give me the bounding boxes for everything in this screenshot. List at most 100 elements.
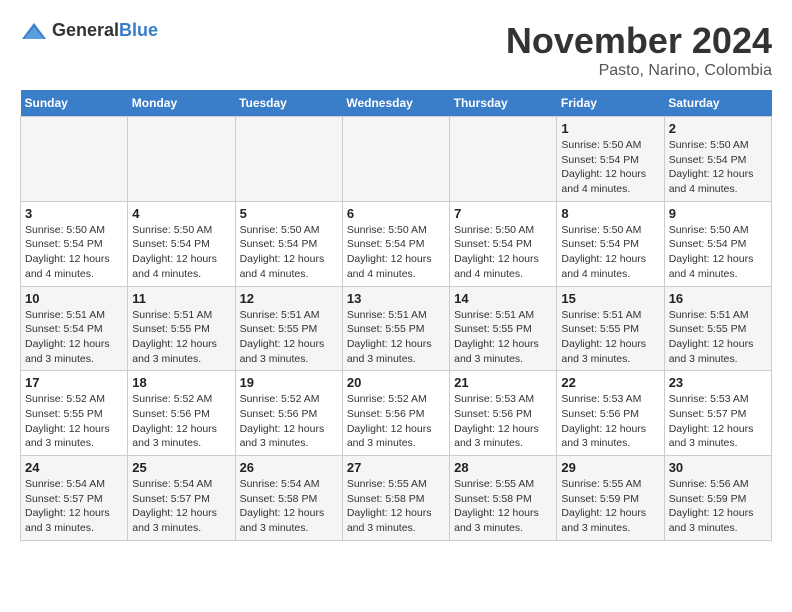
day-number: 20 [347, 375, 445, 390]
day-info: Sunrise: 5:51 AM Sunset: 5:55 PM Dayligh… [561, 308, 659, 367]
calendar-cell: 3 Sunrise: 5:50 AM Sunset: 5:54 PM Daylig… [21, 201, 128, 286]
day-number: 28 [454, 460, 552, 475]
day-number: 6 [347, 206, 445, 221]
logo: GeneralBlue [20, 20, 158, 41]
day-number: 7 [454, 206, 552, 221]
day-info: Sunrise: 5:53 AM Sunset: 5:57 PM Dayligh… [669, 392, 767, 451]
day-number: 17 [25, 375, 123, 390]
logo-text: GeneralBlue [52, 20, 158, 41]
page-header: GeneralBlue November 2024 Pasto, Narino,… [20, 20, 772, 80]
calendar-cell [342, 117, 449, 202]
weekday-header: Friday [557, 90, 664, 117]
day-info: Sunrise: 5:50 AM Sunset: 5:54 PM Dayligh… [669, 223, 767, 282]
calendar-cell: 22Sunrise: 5:53 AM Sunset: 5:56 PM Dayli… [557, 371, 664, 456]
location-title: Pasto, Narino, Colombia [506, 62, 772, 80]
day-info: Sunrise: 5:51 AM Sunset: 5:54 PM Dayligh… [25, 308, 123, 367]
day-info: Sunrise: 5:50 AM Sunset: 5:54 PM Dayligh… [347, 223, 445, 282]
calendar-week-row: 1 Sunrise: 5:50 AM Sunset: 5:54 PM Daylig… [21, 117, 772, 202]
calendar-cell: 2 Sunrise: 5:50 AM Sunset: 5:54 PM Daylig… [664, 117, 771, 202]
day-number: 18 [132, 375, 230, 390]
calendar-cell: 28Sunrise: 5:55 AM Sunset: 5:58 PM Dayli… [450, 456, 557, 541]
day-info: Sunrise: 5:50 AM Sunset: 5:54 PM Dayligh… [561, 223, 659, 282]
day-number: 19 [240, 375, 338, 390]
day-info: Sunrise: 5:53 AM Sunset: 5:56 PM Dayligh… [454, 392, 552, 451]
calendar-cell: 7 Sunrise: 5:50 AM Sunset: 5:54 PM Daylig… [450, 201, 557, 286]
calendar-cell [450, 117, 557, 202]
day-number: 16 [669, 291, 767, 306]
weekday-header: Wednesday [342, 90, 449, 117]
calendar-week-row: 3 Sunrise: 5:50 AM Sunset: 5:54 PM Daylig… [21, 201, 772, 286]
day-number: 24 [25, 460, 123, 475]
calendar-cell: 27 Sunrise: 5:55 AM Sunset: 5:58 PM Dayli… [342, 456, 449, 541]
day-info: Sunrise: 5:55 AM Sunset: 5:59 PM Dayligh… [561, 477, 659, 536]
calendar-cell: 14Sunrise: 5:51 AM Sunset: 5:55 PM Dayli… [450, 286, 557, 371]
day-number: 15 [561, 291, 659, 306]
day-number: 8 [561, 206, 659, 221]
day-number: 30 [669, 460, 767, 475]
calendar-cell: 8 Sunrise: 5:50 AM Sunset: 5:54 PM Daylig… [557, 201, 664, 286]
day-info: Sunrise: 5:50 AM Sunset: 5:54 PM Dayligh… [25, 223, 123, 282]
day-number: 14 [454, 291, 552, 306]
calendar-cell: 26Sunrise: 5:54 AM Sunset: 5:58 PM Dayli… [235, 456, 342, 541]
day-info: Sunrise: 5:53 AM Sunset: 5:56 PM Dayligh… [561, 392, 659, 451]
weekday-header: Sunday [21, 90, 128, 117]
day-info: Sunrise: 5:50 AM Sunset: 5:54 PM Dayligh… [454, 223, 552, 282]
day-info: Sunrise: 5:52 AM Sunset: 5:55 PM Dayligh… [25, 392, 123, 451]
calendar-cell: 15 Sunrise: 5:51 AM Sunset: 5:55 PM Dayli… [557, 286, 664, 371]
day-number: 23 [669, 375, 767, 390]
day-info: Sunrise: 5:50 AM Sunset: 5:54 PM Dayligh… [561, 138, 659, 197]
day-info: Sunrise: 5:55 AM Sunset: 5:58 PM Dayligh… [347, 477, 445, 536]
day-number: 12 [240, 291, 338, 306]
calendar-cell: 1 Sunrise: 5:50 AM Sunset: 5:54 PM Daylig… [557, 117, 664, 202]
logo-icon [20, 21, 48, 41]
calendar-cell: 30Sunrise: 5:56 AM Sunset: 5:59 PM Dayli… [664, 456, 771, 541]
day-number: 29 [561, 460, 659, 475]
day-info: Sunrise: 5:51 AM Sunset: 5:55 PM Dayligh… [240, 308, 338, 367]
day-number: 25 [132, 460, 230, 475]
day-info: Sunrise: 5:52 AM Sunset: 5:56 PM Dayligh… [347, 392, 445, 451]
weekday-header: Tuesday [235, 90, 342, 117]
day-number: 21 [454, 375, 552, 390]
weekday-row: SundayMondayTuesdayWednesdayThursdayFrid… [21, 90, 772, 117]
calendar-cell: 6 Sunrise: 5:50 AM Sunset: 5:54 PM Daylig… [342, 201, 449, 286]
calendar-cell: 10 Sunrise: 5:51 AM Sunset: 5:54 PM Dayli… [21, 286, 128, 371]
calendar-cell [21, 117, 128, 202]
calendar-cell: 29 Sunrise: 5:55 AM Sunset: 5:59 PM Dayli… [557, 456, 664, 541]
calendar-week-row: 24 Sunrise: 5:54 AM Sunset: 5:57 PM Dayli… [21, 456, 772, 541]
day-number: 13 [347, 291, 445, 306]
calendar-body: 1 Sunrise: 5:50 AM Sunset: 5:54 PM Daylig… [21, 117, 772, 541]
calendar-week-row: 10 Sunrise: 5:51 AM Sunset: 5:54 PM Dayli… [21, 286, 772, 371]
day-number: 3 [25, 206, 123, 221]
calendar-cell: 17 Sunrise: 5:52 AM Sunset: 5:55 PM Dayli… [21, 371, 128, 456]
day-info: Sunrise: 5:50 AM Sunset: 5:54 PM Dayligh… [669, 138, 767, 197]
calendar-cell: 11 Sunrise: 5:51 AM Sunset: 5:55 PM Dayli… [128, 286, 235, 371]
day-number: 2 [669, 121, 767, 136]
calendar-cell: 13Sunrise: 5:51 AM Sunset: 5:55 PM Dayli… [342, 286, 449, 371]
day-info: Sunrise: 5:54 AM Sunset: 5:57 PM Dayligh… [25, 477, 123, 536]
logo-blue: Blue [119, 20, 158, 40]
day-number: 27 [347, 460, 445, 475]
calendar-cell: 4 Sunrise: 5:50 AM Sunset: 5:54 PM Daylig… [128, 201, 235, 286]
day-info: Sunrise: 5:50 AM Sunset: 5:54 PM Dayligh… [132, 223, 230, 282]
month-title: November 2024 [506, 20, 772, 62]
calendar-cell: 19 Sunrise: 5:52 AM Sunset: 5:56 PM Dayli… [235, 371, 342, 456]
day-info: Sunrise: 5:51 AM Sunset: 5:55 PM Dayligh… [669, 308, 767, 367]
calendar-header: SundayMondayTuesdayWednesdayThursdayFrid… [21, 90, 772, 117]
day-number: 9 [669, 206, 767, 221]
calendar-cell: 25 Sunrise: 5:54 AM Sunset: 5:57 PM Dayli… [128, 456, 235, 541]
day-info: Sunrise: 5:51 AM Sunset: 5:55 PM Dayligh… [132, 308, 230, 367]
calendar-cell: 24 Sunrise: 5:54 AM Sunset: 5:57 PM Dayli… [21, 456, 128, 541]
calendar-cell: 20 Sunrise: 5:52 AM Sunset: 5:56 PM Dayli… [342, 371, 449, 456]
weekday-header: Saturday [664, 90, 771, 117]
day-info: Sunrise: 5:54 AM Sunset: 5:57 PM Dayligh… [132, 477, 230, 536]
calendar-week-row: 17 Sunrise: 5:52 AM Sunset: 5:55 PM Dayli… [21, 371, 772, 456]
day-number: 11 [132, 291, 230, 306]
day-number: 1 [561, 121, 659, 136]
calendar-cell: 12 Sunrise: 5:51 AM Sunset: 5:55 PM Dayli… [235, 286, 342, 371]
day-info: Sunrise: 5:52 AM Sunset: 5:56 PM Dayligh… [240, 392, 338, 451]
calendar-cell: 5Sunrise: 5:50 AM Sunset: 5:54 PM Daylig… [235, 201, 342, 286]
weekday-header: Monday [128, 90, 235, 117]
day-number: 4 [132, 206, 230, 221]
weekday-header: Thursday [450, 90, 557, 117]
day-number: 10 [25, 291, 123, 306]
